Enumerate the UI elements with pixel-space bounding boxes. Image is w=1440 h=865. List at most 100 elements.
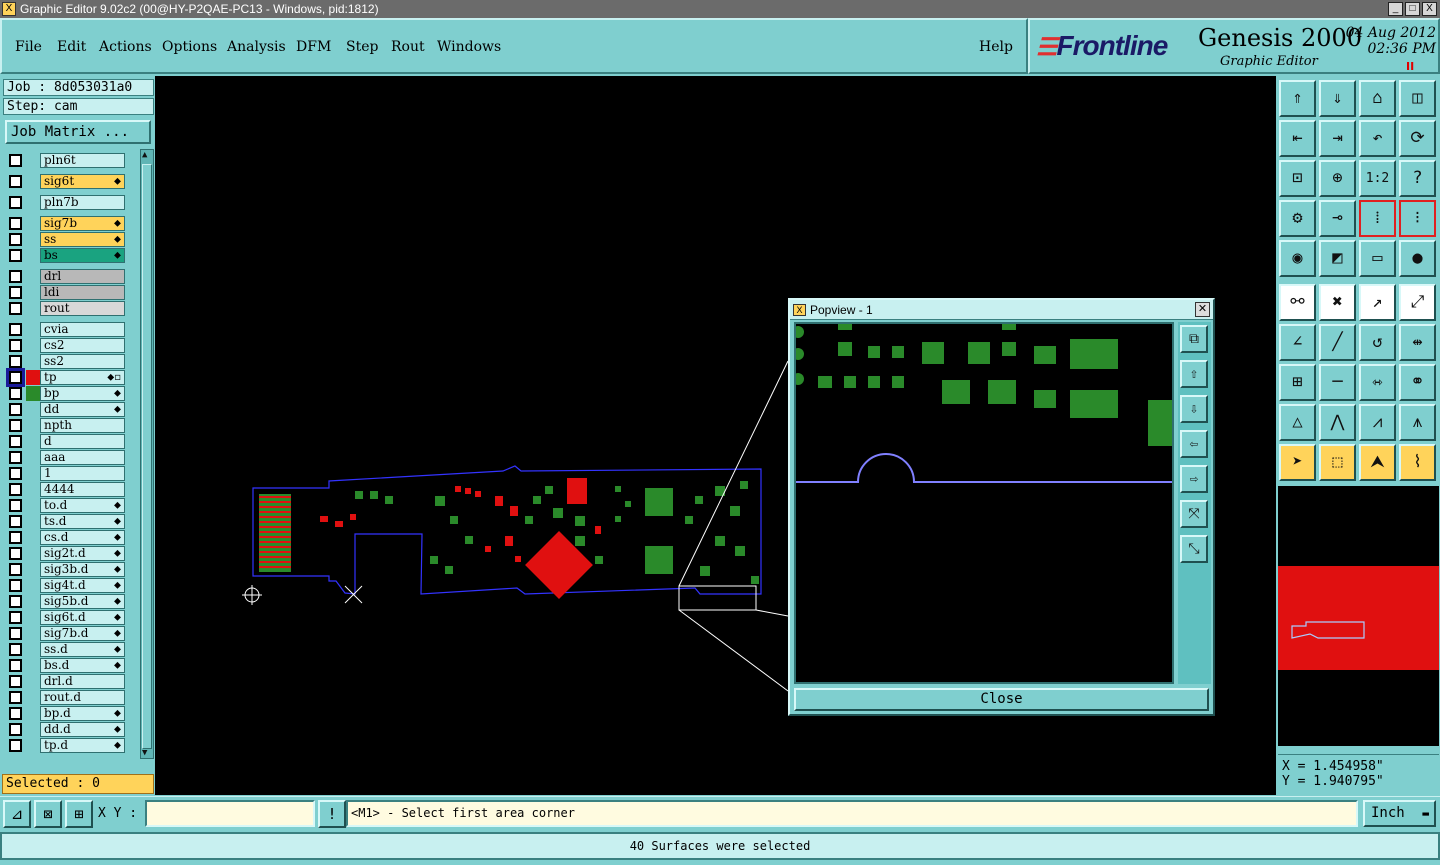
stretch-icon[interactable]: ⇿ [1359, 364, 1396, 401]
layer-checkbox[interactable] [9, 723, 22, 736]
layer-checkbox[interactable] [9, 467, 22, 480]
layer-row[interactable]: drl [5, 269, 127, 284]
arc-icon[interactable]: ↺ [1359, 324, 1396, 361]
popview-close-icon[interactable]: ✕ [1195, 302, 1210, 317]
layer-color-swatch[interactable] [26, 722, 40, 737]
undo-zoom-icon[interactable]: ↶ [1359, 120, 1396, 157]
layer-row[interactable]: ss ⬥ [5, 232, 127, 247]
layer-color-swatch[interactable] [26, 174, 40, 189]
layer-name[interactable]: sig7b.d ⬥ [40, 626, 125, 641]
layer-color-swatch[interactable] [26, 153, 40, 168]
layer-select-icon[interactable]: ⁝ [1399, 200, 1436, 237]
resize-icon[interactable]: ⊞ [1279, 364, 1316, 401]
zoom-up-icon[interactable]: ⇑ [1279, 80, 1316, 117]
menu-step[interactable]: Step [346, 39, 378, 55]
grid-icon[interactable]: ⊞ [65, 800, 93, 828]
warning-icon[interactable]: ! [318, 800, 346, 828]
popview-titlebar[interactable]: X Popview - 1 ✕ [790, 300, 1213, 320]
layer-row[interactable]: pln6t [5, 153, 127, 168]
layer-checkbox[interactable] [9, 323, 22, 336]
layer-color-swatch[interactable] [26, 370, 40, 385]
layer-name[interactable]: bs.d ⬥ [40, 658, 125, 673]
layer-name[interactable]: sig6t.d ⬥ [40, 610, 125, 625]
layer-name[interactable]: ss ⬥ [40, 232, 125, 247]
layer-color-swatch[interactable] [26, 562, 40, 577]
pan-left-icon[interactable]: ⇦ [1180, 430, 1208, 458]
layer-row[interactable]: sig2t.d ⬥ [5, 546, 127, 561]
layer-row[interactable]: sig4t.d ⬥ [5, 578, 127, 593]
snap-center-icon[interactable]: ⊠ [34, 800, 62, 828]
layer-color-swatch[interactable] [26, 658, 40, 673]
minimize-button[interactable]: _ [1388, 2, 1403, 16]
line-tool-icon[interactable]: ╱ [1319, 324, 1356, 361]
triangle-right-icon[interactable]: ⩘ [1359, 404, 1396, 441]
layer-checkbox[interactable] [9, 659, 22, 672]
scroll-up-icon[interactable]: ▲ [142, 150, 147, 160]
menu-dfm[interactable]: DFM [296, 39, 331, 55]
layer-checkbox[interactable] [9, 643, 22, 656]
layer-checkbox[interactable] [9, 675, 22, 688]
layer-color-swatch[interactable] [26, 322, 40, 337]
redraw-icon[interactable]: ⟳ [1399, 120, 1436, 157]
layer-name[interactable]: rout.d [40, 690, 125, 705]
snap-icon[interactable]: ⊸ [1319, 200, 1356, 237]
layer-color-swatch[interactable] [26, 514, 40, 529]
home-icon[interactable]: ⌂ [1359, 80, 1396, 117]
layer-row[interactable]: bs.d ⬥ [5, 658, 127, 673]
center-icon[interactable]: ⊕ [1319, 160, 1356, 197]
layer-color-swatch[interactable] [26, 216, 40, 231]
layer-row[interactable]: 4444 [5, 482, 127, 497]
add-line-icon[interactable]: ◩ [1319, 240, 1356, 277]
popview-canvas[interactable] [792, 322, 1174, 684]
layer-checkbox[interactable] [9, 286, 22, 299]
layer-checkbox[interactable] [9, 419, 22, 432]
layer-checkbox[interactable] [9, 233, 22, 246]
layer-checkbox[interactable] [9, 483, 22, 496]
add-pad-icon[interactable]: ◉ [1279, 240, 1316, 277]
menu-options[interactable]: Options [162, 39, 217, 55]
layer-scrollbar[interactable]: ▲ ▼ [140, 149, 154, 759]
layer-color-swatch[interactable] [26, 386, 40, 401]
graphic-canvas[interactable]: X Popview - 1 ✕ ⧉ ⇧ ⇩ ⇦ ⇨ ⤧ ⤡ Close [155, 76, 1276, 795]
layer-color-swatch[interactable] [26, 738, 40, 753]
help-icon[interactable]: ? [1399, 160, 1436, 197]
layer-name[interactable]: bs ⬥ [40, 248, 125, 263]
layer-name[interactable]: rout [40, 301, 125, 316]
layer-color-swatch[interactable] [26, 418, 40, 433]
layer-checkbox[interactable] [9, 611, 22, 624]
layer-color-swatch[interactable] [26, 285, 40, 300]
layer-color-swatch[interactable] [26, 706, 40, 721]
close-window-button[interactable]: X [1422, 2, 1437, 16]
layer-checkbox[interactable] [9, 547, 22, 560]
layer-checkbox[interactable] [9, 515, 22, 528]
layer-checkbox[interactable] [9, 451, 22, 464]
maximize-button[interactable]: □ [1405, 2, 1420, 16]
menu-file[interactable]: File [15, 39, 42, 55]
layer-name[interactable]: dd.d ⬥ [40, 722, 125, 737]
layer-name[interactable]: npth [40, 418, 125, 433]
snap-grid-icon[interactable]: ⊿ [3, 800, 31, 828]
layer-checkbox[interactable] [9, 302, 22, 315]
layer-color-swatch[interactable] [26, 530, 40, 545]
layer-checkbox[interactable] [9, 595, 22, 608]
layer-checkbox[interactable] [9, 270, 22, 283]
layer-row[interactable]: sig5b.d ⬥ [5, 594, 127, 609]
select-net-icon[interactable]: ⌇ [1399, 444, 1436, 481]
layer-name[interactable]: bp.d ⬥ [40, 706, 125, 721]
layer-row[interactable]: sig3b.d ⬥ [5, 562, 127, 577]
layer-name[interactable]: 4444 [40, 482, 125, 497]
zoom-down-icon[interactable]: ⇓ [1319, 80, 1356, 117]
layer-name[interactable]: pln6t [40, 153, 125, 168]
job-matrix-button[interactable]: Job Matrix ... [5, 120, 151, 144]
layer-checkbox[interactable] [9, 563, 22, 576]
layer-checkbox[interactable] [9, 387, 22, 400]
layer-row[interactable]: to.d ⬥ [5, 498, 127, 513]
layer-row[interactable]: bp ⬥ [5, 386, 127, 401]
layer-name[interactable]: ts.d ⬥ [40, 514, 125, 529]
split-icon[interactable]: ⇹ [1399, 324, 1436, 361]
layer-name[interactable]: sig3b.d ⬥ [40, 562, 125, 577]
layer-row[interactable]: tp ⬥▫ [5, 368, 127, 387]
layer-row[interactable]: pln7b [5, 195, 127, 210]
layer-color-swatch[interactable] [26, 301, 40, 316]
delete-icon[interactable]: ✖ [1319, 284, 1356, 321]
